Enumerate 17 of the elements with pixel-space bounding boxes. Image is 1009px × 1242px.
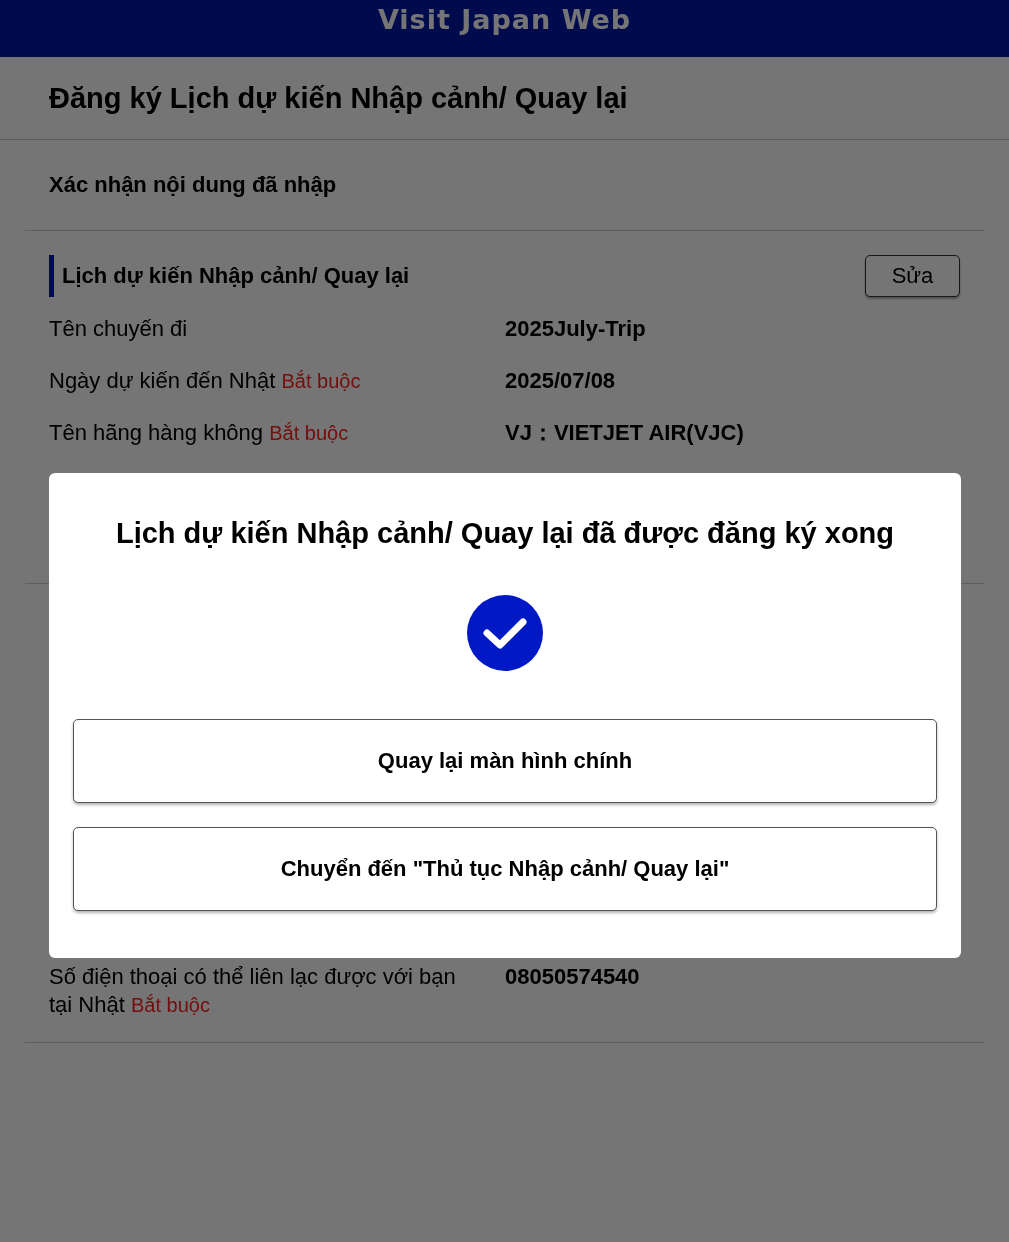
field-label: Ngày dự kiến đến Nhật Bắt buộc xyxy=(49,367,362,395)
page-title: Đăng ký Lịch dự kiến Nhập cảnh/ Quay lại xyxy=(49,81,628,115)
group-title: Lịch dự kiến Nhập cảnh/ Quay lại xyxy=(49,255,410,297)
edit-button[interactable]: Sửa xyxy=(865,255,960,297)
check-circle-icon xyxy=(467,595,543,671)
action-button[interactable]: Chuyển đến "Thủ tục Nhập cảnh/ Quay lại" xyxy=(73,827,937,911)
field-label: Tên chuyến đi xyxy=(49,315,189,343)
field-value: 2025/07/08 xyxy=(505,367,616,395)
field-value: VJ：VIETJET AIR(VJC) xyxy=(505,419,744,447)
modal-title: Lịch dự kiến Nhập cảnh/ Quay lại đã được đăng ký xong xyxy=(115,516,895,551)
field-value: 2025July-Trip xyxy=(505,315,646,343)
field-label: Tên hãng hàng không Bắt buộc xyxy=(49,419,350,447)
field-value: 08050574540 xyxy=(505,963,640,991)
field-label: Số điện thoại có thể liên lạc được với bạn tại Nhật Bắt buộc xyxy=(49,963,457,1019)
section-title: Xác nhận nội dung đã nhập xyxy=(49,172,337,198)
site-title: Visit Japan Web xyxy=(377,3,632,37)
action-button[interactable]: Quay lại màn hình chính xyxy=(73,719,937,803)
